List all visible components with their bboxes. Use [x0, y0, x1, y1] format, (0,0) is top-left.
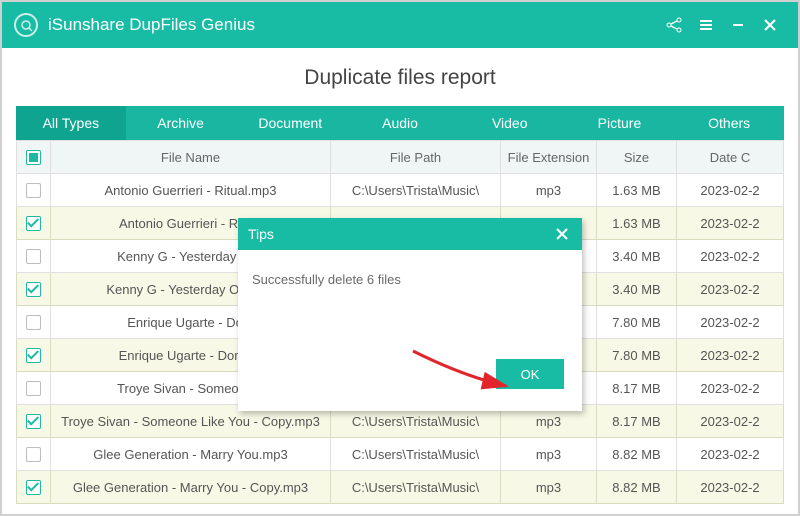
tab-others[interactable]: Others [674, 106, 784, 140]
col-file-name[interactable]: File Name [51, 141, 331, 174]
cell-file-name: Glee Generation - Marry You.mp3 [51, 438, 331, 471]
tips-dialog: Tips Successfully delete 6 files OK [238, 218, 582, 411]
filter-tabs: All Types Archive Document Audio Video P… [16, 106, 784, 140]
titlebar: iSunshare DupFiles Genius [2, 2, 798, 48]
cell-file-path: C:\Users\Trista\Music\ [331, 438, 501, 471]
cell-date: 2023-02-2 [677, 438, 784, 471]
row-checkbox[interactable] [26, 381, 41, 396]
table-row[interactable]: Antonio Guerrieri - Ritual.mp3C:\Users\T… [17, 174, 784, 207]
cell-date: 2023-02-2 [677, 372, 784, 405]
cell-size: 8.82 MB [597, 471, 677, 504]
cell-date: 2023-02-2 [677, 339, 784, 372]
cell-file-name: Glee Generation - Marry You - Copy.mp3 [51, 471, 331, 504]
cell-size: 8.17 MB [597, 405, 677, 438]
dialog-message: Successfully delete 6 files [238, 250, 582, 309]
row-checkbox[interactable] [26, 216, 41, 231]
cell-date: 2023-02-2 [677, 240, 784, 273]
tab-audio[interactable]: Audio [345, 106, 455, 140]
cell-file-name: Antonio Guerrieri - Ritual.mp3 [51, 174, 331, 207]
table-header-row: File Name File Path File Extension Size … [17, 141, 784, 174]
cell-file-ext: mp3 [501, 438, 597, 471]
cell-size: 1.63 MB [597, 174, 677, 207]
cell-size: 3.40 MB [597, 240, 677, 273]
tab-picture[interactable]: Picture [565, 106, 675, 140]
cell-size: 8.17 MB [597, 372, 677, 405]
cell-date: 2023-02-2 [677, 207, 784, 240]
row-checkbox[interactable] [26, 447, 41, 462]
ok-button[interactable]: OK [496, 359, 564, 389]
cell-size: 7.80 MB [597, 339, 677, 372]
app-logo-icon [14, 13, 38, 37]
tab-archive[interactable]: Archive [126, 106, 236, 140]
tab-video[interactable]: Video [455, 106, 565, 140]
app-window: iSunshare DupFiles Genius Duplicate file… [0, 0, 800, 516]
cell-date: 2023-02-2 [677, 306, 784, 339]
col-file-ext[interactable]: File Extension [501, 141, 597, 174]
cell-size: 7.80 MB [597, 306, 677, 339]
dialog-title: Tips [248, 226, 274, 242]
table-row[interactable]: Glee Generation - Marry You - Copy.mp3C:… [17, 471, 784, 504]
cell-file-path: C:\Users\Trista\Music\ [331, 471, 501, 504]
menu-button[interactable] [690, 9, 722, 41]
row-checkbox[interactable] [26, 282, 41, 297]
row-checkbox[interactable] [26, 348, 41, 363]
row-checkbox[interactable] [26, 480, 41, 495]
cell-size: 1.63 MB [597, 207, 677, 240]
row-checkbox[interactable] [26, 315, 41, 330]
dialog-close-button[interactable] [552, 224, 572, 244]
table-row[interactable]: Glee Generation - Marry You.mp3C:\Users\… [17, 438, 784, 471]
tab-document[interactable]: Document [235, 106, 345, 140]
col-date[interactable]: Date C [677, 141, 784, 174]
cell-file-ext: mp3 [501, 471, 597, 504]
cell-size: 3.40 MB [597, 273, 677, 306]
row-checkbox[interactable] [26, 414, 41, 429]
dialog-titlebar: Tips [238, 218, 582, 250]
cell-size: 8.82 MB [597, 438, 677, 471]
col-size[interactable]: Size [597, 141, 677, 174]
row-checkbox[interactable] [26, 249, 41, 264]
cell-file-path: C:\Users\Trista\Music\ [331, 174, 501, 207]
tab-all-types[interactable]: All Types [16, 106, 126, 140]
row-checkbox[interactable] [26, 183, 41, 198]
cell-date: 2023-02-2 [677, 273, 784, 306]
share-button[interactable] [658, 9, 690, 41]
cell-date: 2023-02-2 [677, 405, 784, 438]
app-title: iSunshare DupFiles Genius [48, 15, 255, 35]
page-title: Duplicate files report [2, 48, 798, 106]
close-button[interactable] [754, 9, 786, 41]
cell-file-ext: mp3 [501, 174, 597, 207]
cell-date: 2023-02-2 [677, 471, 784, 504]
select-all-checkbox[interactable] [26, 150, 41, 165]
col-file-path[interactable]: File Path [331, 141, 501, 174]
cell-date: 2023-02-2 [677, 174, 784, 207]
minimize-button[interactable] [722, 9, 754, 41]
